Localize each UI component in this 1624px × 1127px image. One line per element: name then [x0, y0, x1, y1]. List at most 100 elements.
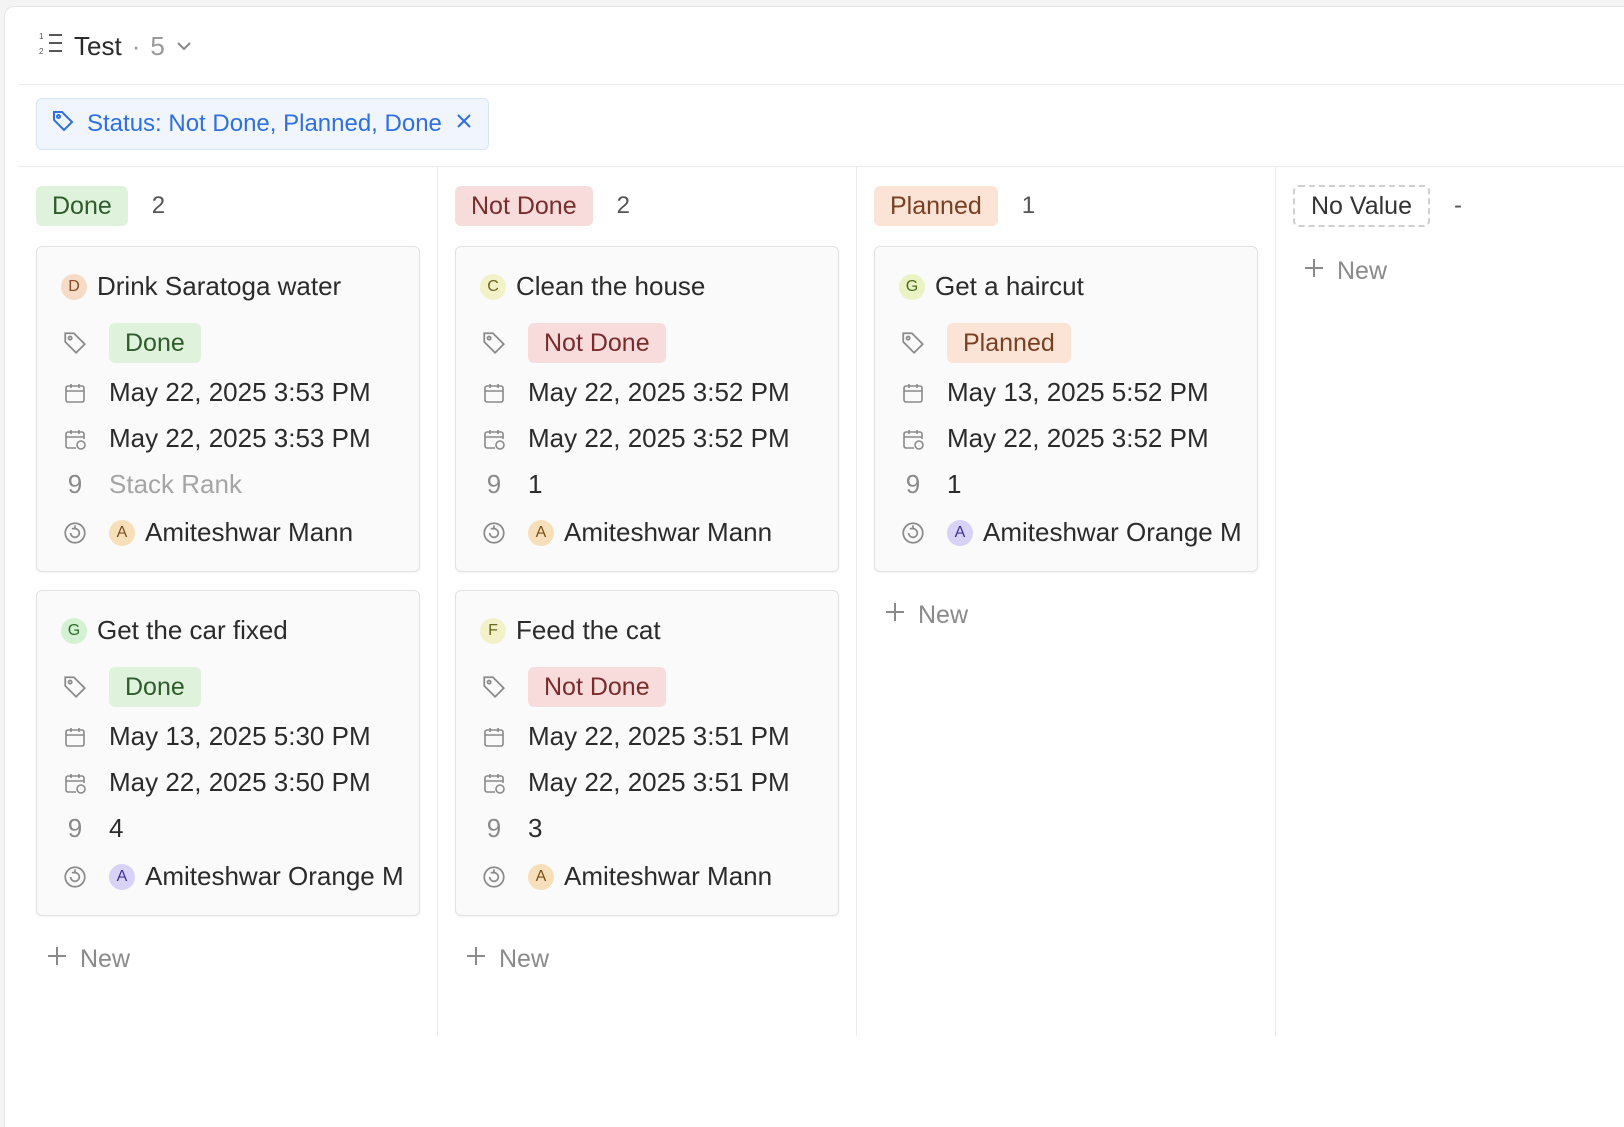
user-cycle-icon — [480, 519, 508, 547]
new-card-button[interactable]: New — [465, 934, 837, 984]
number-icon: 9 — [486, 813, 502, 843]
status-badge: Planned — [947, 323, 1071, 363]
plus-icon — [46, 945, 68, 974]
status-filter-chip[interactable]: Status: Not Done, Planned, Done — [36, 98, 489, 150]
card-title: Drink Saratoga water — [97, 271, 342, 301]
avatar: C — [480, 273, 506, 300]
avatar: D — [61, 273, 87, 300]
plus-icon — [884, 601, 906, 630]
user-cycle-icon — [61, 863, 89, 891]
column-status-pill: No Value — [1293, 185, 1430, 227]
calendar-clock-icon — [61, 425, 89, 453]
avatar: A — [528, 519, 554, 546]
plus-icon — [465, 945, 487, 974]
assignee-name: Amiteshwar Mann — [564, 517, 773, 547]
calendar-clock-icon — [480, 425, 508, 453]
column-status-pill: Not Done — [455, 186, 593, 226]
filter-label: Status: Not Done, Planned, Done — [87, 110, 442, 137]
avatar: G — [899, 273, 925, 300]
start-date: May 22, 2025 3:52 PM — [528, 377, 790, 407]
start-date: May 13, 2025 5:52 PM — [947, 377, 1209, 407]
plus-icon — [1303, 257, 1325, 286]
avatar: A — [109, 863, 135, 890]
column-count: - — [1454, 192, 1462, 219]
column-no-value: No Value - New — [1275, 166, 1624, 296]
due-date: May 22, 2025 3:52 PM — [528, 423, 790, 453]
avatar: A — [528, 863, 554, 890]
calendar-icon — [480, 379, 508, 407]
number-icon: 9 — [67, 469, 83, 499]
chevron-down-icon[interactable] — [175, 31, 193, 62]
stack-rank: Stack Rank — [109, 469, 242, 499]
stack-rank: 1 — [528, 469, 543, 499]
number-icon: 9 — [905, 469, 921, 499]
calendar-clock-icon — [61, 769, 89, 797]
calendar-icon — [61, 379, 89, 407]
task-card[interactable]: C Clean the house Not Done May 22, 2025 3… — [455, 246, 839, 572]
column-status-pill: Done — [36, 186, 128, 226]
status-badge: Done — [109, 667, 201, 707]
user-cycle-icon — [61, 519, 89, 547]
calendar-icon — [899, 379, 927, 407]
card-title: Feed the cat — [516, 615, 661, 645]
view-switcher[interactable]: 1 2 Test · 5 — [38, 30, 193, 63]
column-not-done: Not Done 2 C Clean the house Not Done May… — [437, 166, 839, 984]
due-date: May 22, 2025 3:51 PM — [528, 767, 790, 797]
due-date: May 22, 2025 3:53 PM — [109, 423, 371, 453]
avatar: A — [947, 519, 973, 546]
new-label: New — [918, 600, 969, 629]
view-header: 1 2 Test · 5 — [18, 6, 1624, 85]
calendar-clock-icon — [899, 425, 927, 453]
list-icon: 1 2 — [38, 30, 64, 63]
column-planned: Planned 1 G Get a haircut Planned May 13,… — [856, 166, 1258, 640]
start-date: May 13, 2025 5:30 PM — [109, 721, 371, 751]
due-date: May 22, 2025 3:50 PM — [109, 767, 371, 797]
tag-icon — [480, 329, 508, 357]
view-title: Test — [74, 31, 122, 61]
tag-icon — [899, 329, 927, 357]
view-count: 5 — [150, 31, 165, 61]
task-card[interactable]: F Feed the cat Not Done May 22, 2025 3:51… — [455, 590, 839, 916]
start-date: May 22, 2025 3:51 PM — [528, 721, 790, 751]
new-card-button[interactable]: New — [46, 934, 418, 984]
avatar: F — [480, 617, 506, 644]
new-label: New — [80, 944, 131, 973]
avatar: A — [109, 519, 135, 546]
column-divider — [1275, 166, 1276, 1036]
new-card-button[interactable]: New — [884, 590, 1256, 640]
svg-text:2: 2 — [39, 47, 44, 56]
tag-icon — [480, 673, 508, 701]
svg-text:1: 1 — [39, 32, 44, 41]
separator: · — [131, 31, 141, 61]
user-cycle-icon — [899, 519, 927, 547]
number-icon: 9 — [486, 469, 502, 499]
column-done: Done 2 D Drink Saratoga water Done May 22… — [18, 166, 420, 984]
task-card[interactable]: G Get a haircut Planned May 13, 2025 5:52… — [874, 246, 1258, 572]
column-status-pill: Planned — [874, 186, 998, 226]
card-title: Get a haircut — [935, 271, 1084, 301]
stack-rank: 4 — [109, 813, 124, 843]
new-card-button[interactable]: New — [1303, 246, 1624, 296]
status-badge: Not Done — [528, 323, 666, 363]
stack-rank: 3 — [528, 813, 543, 843]
column-count: 1 — [1021, 192, 1036, 219]
tag-icon — [61, 673, 89, 701]
due-date: May 22, 2025 3:52 PM — [947, 423, 1209, 453]
filter-bar: Status: Not Done, Planned, Done — [18, 84, 1624, 167]
task-card[interactable]: D Drink Saratoga water Done May 22, 2025 … — [36, 246, 420, 572]
column-count: 2 — [151, 192, 166, 219]
assignee-name: Amiteshwar Mann — [564, 861, 773, 891]
close-icon[interactable] — [454, 110, 474, 138]
task-card[interactable]: G Get the car fixed Done May 13, 2025 5:3… — [36, 590, 420, 916]
card-title: Clean the house — [516, 271, 706, 301]
new-label: New — [1337, 256, 1388, 285]
column-count: 2 — [616, 192, 630, 219]
status-badge: Not Done — [528, 667, 666, 707]
assignee-name: Amiteshwar Orange M — [145, 861, 404, 891]
new-label: New — [499, 944, 550, 973]
number-icon: 9 — [67, 813, 83, 843]
assignee-name: Amiteshwar Orange M — [983, 517, 1242, 547]
stack-rank: 1 — [947, 469, 962, 499]
calendar-clock-icon — [480, 769, 508, 797]
assignee-name: Amiteshwar Mann — [145, 517, 354, 547]
